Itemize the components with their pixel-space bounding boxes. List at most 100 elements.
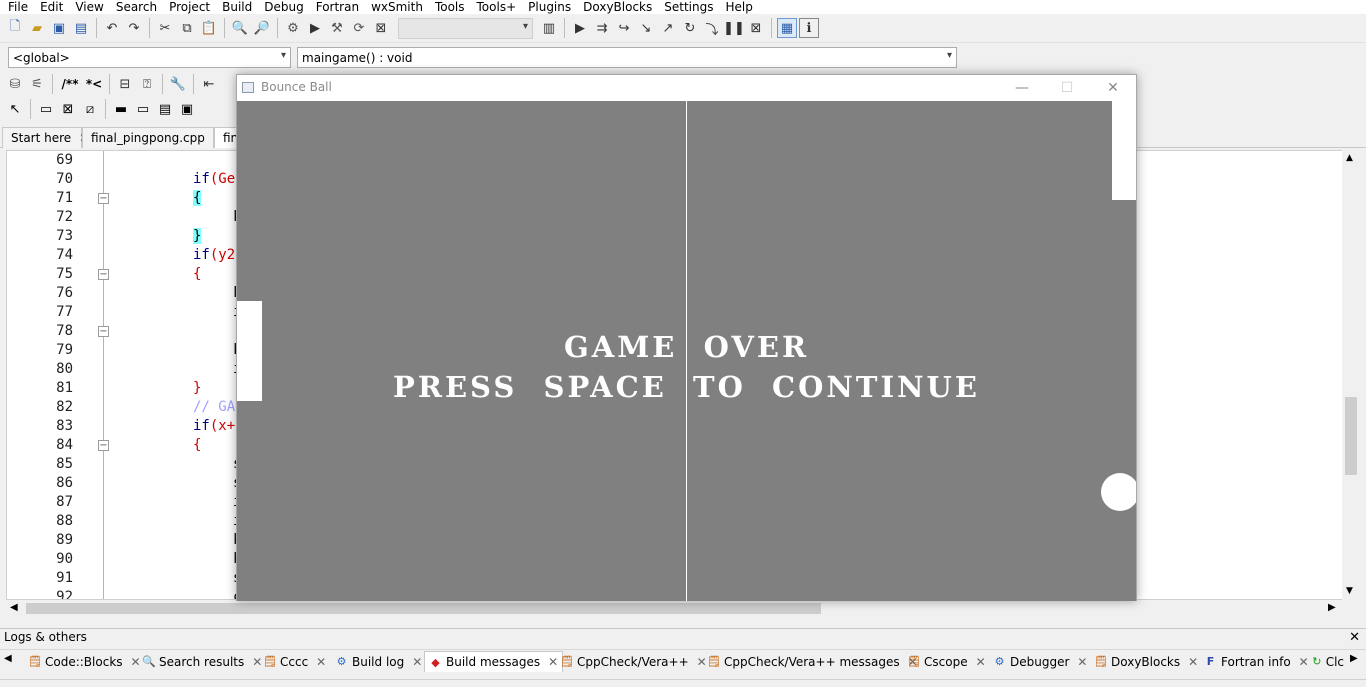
menu-view[interactable]: View	[69, 0, 109, 14]
step-out-icon[interactable]: ↗	[658, 18, 678, 38]
abort-icon[interactable]: ⊠	[371, 18, 391, 38]
fold-collapse-icon[interactable]: −	[98, 326, 109, 337]
menu-debug[interactable]: Debug	[258, 0, 309, 14]
step-into-icon[interactable]: ↘	[636, 18, 656, 38]
paste-icon[interactable]: 📋	[199, 18, 219, 38]
editor-horizontal-scrollbar[interactable]: ◀ ▶	[6, 600, 1342, 617]
build-target-select[interactable]: ▾	[398, 17, 533, 39]
next-instruction-icon[interactable]: ↻	[680, 18, 700, 38]
close-icon[interactable]: ✕	[1077, 655, 1087, 669]
rebuild-icon[interactable]: ⟳	[349, 18, 369, 38]
run-to-cursor-icon[interactable]: ⇉	[592, 18, 612, 38]
run-icon[interactable]: ▶	[305, 18, 325, 38]
panel-icon[interactable]: ▬	[111, 99, 131, 119]
line-comment-button[interactable]: *<	[84, 74, 104, 94]
vertical-scroll-thumb[interactable]	[1345, 397, 1357, 475]
close-button[interactable]: ✕	[1102, 78, 1124, 98]
log-tab-cppcheck-messages[interactable]: 🗒 CppCheck/Vera++ messages ✕	[703, 651, 922, 672]
debug-windows-icon[interactable]: ▦	[777, 18, 797, 38]
menu-fortran[interactable]: Fortran	[310, 0, 365, 14]
image-frame-icon[interactable]: ⊠	[58, 99, 78, 119]
menu-wxsmith[interactable]: wxSmith	[365, 0, 429, 14]
open-folder-icon[interactable]: ▰	[27, 18, 47, 38]
menu-file[interactable]: File	[2, 0, 34, 14]
menu-doxyblocks[interactable]: DoxyBlocks	[577, 0, 658, 14]
menu-project[interactable]: Project	[163, 0, 216, 14]
log-tab-codeblocks[interactable]: 🗒 Code::Blocks ✕	[24, 651, 145, 672]
block-comment-button[interactable]: /**	[58, 74, 82, 94]
tab-scroll-right-icon[interactable]: ▶	[1350, 653, 1358, 664]
doxywizard-icon[interactable]: ⛁	[5, 74, 25, 94]
close-icon[interactable]: ✕	[976, 655, 986, 669]
wrench-icon[interactable]: 🔧	[168, 74, 188, 94]
frame-icon[interactable]: ▭	[36, 99, 56, 119]
menu-search[interactable]: Search	[110, 0, 163, 14]
cut-icon[interactable]: ✂	[155, 18, 175, 38]
menu-help[interactable]: Help	[719, 0, 758, 14]
dialog-icon[interactable]: ▭	[133, 99, 153, 119]
next-line-icon[interactable]: ↪	[614, 18, 634, 38]
debug-start-icon[interactable]: ▶	[570, 18, 590, 38]
save-icon[interactable]: ▣	[49, 18, 69, 38]
scroll-up-icon[interactable]: ▲	[1346, 153, 1353, 163]
find-icon[interactable]: 🔍	[230, 18, 250, 38]
maximize-button[interactable]: ☐	[1056, 78, 1078, 98]
draw-frame-icon[interactable]: ⧄	[80, 99, 100, 119]
undo-icon[interactable]: ↶	[102, 18, 122, 38]
close-icon[interactable]: ✕	[412, 655, 422, 669]
menu-tools[interactable]: Tools	[429, 0, 471, 14]
close-icon[interactable]: ✕	[1188, 655, 1198, 669]
menu-edit[interactable]: Edit	[34, 0, 69, 14]
debug-info-icon[interactable]: ℹ	[799, 18, 819, 38]
pause-icon[interactable]: ❚❚	[723, 18, 745, 38]
save-all-icon[interactable]: ▤	[71, 18, 91, 38]
fold-collapse-icon[interactable]: −	[98, 440, 109, 451]
menu-tools-plus[interactable]: Tools+	[471, 0, 523, 14]
menu-build[interactable]: Build	[216, 0, 258, 14]
scope-select[interactable]: <global> ▾	[8, 47, 291, 68]
pointer-icon[interactable]: ↖	[5, 99, 25, 119]
tab-final-pingpong[interactable]: final_pingpong.cpp ✕	[82, 127, 223, 148]
step-instruction-icon[interactable]: ⤵	[702, 18, 722, 38]
fold-collapse-icon[interactable]: −	[98, 193, 109, 204]
log-tab-cppcheck[interactable]: 🗒 CppCheck/Vera++ ✕	[556, 651, 711, 672]
menu-bar-icon[interactable]: ▤	[155, 99, 175, 119]
scroll-down-icon[interactable]: ▼	[1346, 586, 1353, 596]
stop-debug-icon[interactable]: ⊠	[746, 18, 766, 38]
log-tab-build-log[interactable]: ⚙ Build log ✕	[331, 651, 426, 672]
copy-icon[interactable]: ⧉	[177, 18, 197, 38]
replace-icon[interactable]: 🔎	[252, 18, 272, 38]
minimize-button[interactable]: —	[1011, 78, 1033, 98]
log-tab-fortran-info[interactable]: F Fortran info ✕	[1200, 651, 1313, 672]
run-html-icon[interactable]: ⊟	[115, 74, 135, 94]
target-options-icon[interactable]: ▥	[539, 18, 559, 38]
log-tab-cscope[interactable]: 🗒 Cscope ✕	[903, 651, 990, 672]
build-gear-icon[interactable]: ⚙	[283, 18, 303, 38]
game-window[interactable]: Bounce Ball — ☐ ✕ GAME OVER PRESS SPACE …	[236, 74, 1137, 601]
log-tab-clc[interactable]: ↻ Clc	[1308, 651, 1348, 672]
jump-back-icon[interactable]: ⇤	[199, 74, 219, 94]
fold-collapse-icon[interactable]: −	[98, 269, 109, 280]
log-tab-search-results[interactable]: 🔍 Search results ✕	[138, 651, 266, 672]
game-canvas[interactable]: GAME OVER PRESS SPACE TO CONTINUE	[237, 101, 1136, 601]
menu-settings[interactable]: Settings	[658, 0, 719, 14]
log-tab-cccc[interactable]: 🗒 Cccc ✕	[259, 651, 330, 672]
tab-start-here[interactable]: Start here ✕	[2, 127, 89, 148]
scroll-right-icon[interactable]: ▶	[1328, 602, 1336, 613]
log-tab-debugger[interactable]: ⚙ Debugger ✕	[989, 651, 1091, 672]
toolbar-icon[interactable]: ▣	[177, 99, 197, 119]
close-icon[interactable]: ✕	[1349, 629, 1360, 646]
close-icon[interactable]: ✕	[316, 655, 326, 669]
menu-plugins[interactable]: Plugins	[522, 0, 577, 14]
editor-vertical-scrollbar[interactable]: ▲ ▼	[1342, 150, 1360, 600]
new-file-icon[interactable]: 🗋	[5, 18, 25, 38]
game-window-titlebar[interactable]: Bounce Ball — ☐ ✕	[237, 75, 1136, 101]
redo-icon[interactable]: ↷	[124, 18, 144, 38]
function-select[interactable]: maingame() : void ▾	[297, 47, 957, 68]
horizontal-scroll-thumb[interactable]	[26, 603, 821, 614]
log-tab-build-messages[interactable]: ◆ Build messages ✕	[424, 651, 564, 672]
tab-scroll-left-icon[interactable]: ◀	[4, 653, 12, 664]
scroll-left-icon[interactable]: ◀	[10, 602, 18, 613]
build-run-icon[interactable]: ⚒	[327, 18, 347, 38]
log-tab-doxyblocks[interactable]: 🗒 DoxyBlocks ✕	[1090, 651, 1202, 672]
